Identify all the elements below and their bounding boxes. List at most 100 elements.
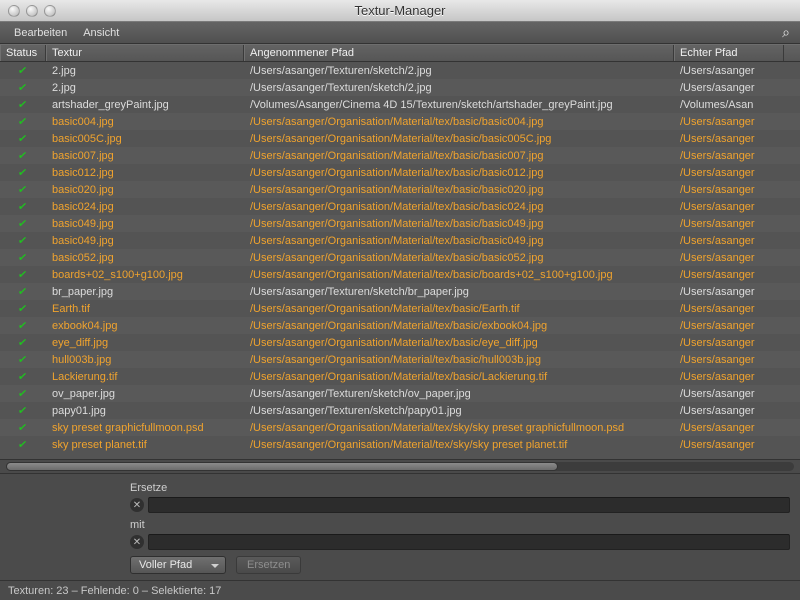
ersetze-input[interactable] bbox=[148, 497, 790, 513]
table-row[interactable]: ✓sky preset planet.tif/Users/asanger/Org… bbox=[0, 436, 800, 453]
table-row[interactable]: ✓2.jpg/Users/asanger/Texturen/sketch/2.j… bbox=[0, 62, 800, 79]
col-header-status[interactable]: Status bbox=[0, 45, 46, 61]
table-row[interactable]: ✓basic020.jpg/Users/asanger/Organisation… bbox=[0, 181, 800, 198]
real-path-cell: /Users/asanger bbox=[674, 301, 784, 317]
real-path-cell: /Users/asanger bbox=[674, 63, 784, 79]
real-path-cell: /Users/asanger bbox=[674, 165, 784, 181]
table-row[interactable]: ✓basic049.jpg/Users/asanger/Organisation… bbox=[0, 232, 800, 249]
table-row[interactable]: ✓hull003b.jpg/Users/asanger/Organisation… bbox=[0, 351, 800, 368]
textur-cell: Earth.tif bbox=[46, 301, 244, 317]
status-cell: ✓ bbox=[0, 419, 46, 436]
menu-view[interactable]: Ansicht bbox=[75, 27, 127, 39]
status-cell: ✓ bbox=[0, 334, 46, 351]
assumed-path-cell: /Users/asanger/Organisation/Material/tex… bbox=[244, 250, 674, 266]
real-path-cell: /Users/asanger bbox=[674, 216, 784, 232]
assumed-path-cell: /Users/asanger/Organisation/Material/tex… bbox=[244, 216, 674, 232]
assumed-path-cell: /Users/asanger/Organisation/Material/tex… bbox=[244, 131, 674, 147]
ersetzen-button[interactable]: Ersetzen bbox=[236, 556, 301, 574]
real-path-cell: /Users/asanger bbox=[674, 284, 784, 300]
table-row[interactable]: ✓basic052.jpg/Users/asanger/Organisation… bbox=[0, 249, 800, 266]
status-text: Texturen: 23 – Fehlende: 0 – Selektierte… bbox=[8, 585, 221, 597]
textur-cell: exbook04.jpg bbox=[46, 318, 244, 334]
check-icon: ✓ bbox=[18, 216, 29, 230]
check-icon: ✓ bbox=[18, 114, 29, 128]
assumed-path-cell: /Users/asanger/Organisation/Material/tex… bbox=[244, 369, 674, 385]
assumed-path-cell: /Users/asanger/Organisation/Material/tex… bbox=[244, 301, 674, 317]
scrollbar-thumb[interactable] bbox=[6, 462, 558, 471]
assumed-path-cell: /Users/asanger/Texturen/sketch/br_paper.… bbox=[244, 284, 674, 300]
check-icon: ✓ bbox=[18, 437, 29, 451]
assumed-path-cell: /Users/asanger/Organisation/Material/tex… bbox=[244, 437, 674, 453]
check-icon: ✓ bbox=[18, 148, 29, 162]
real-path-cell: /Users/asanger bbox=[674, 403, 784, 419]
check-icon: ✓ bbox=[18, 369, 29, 383]
textur-cell: basic024.jpg bbox=[46, 199, 244, 215]
assumed-path-cell: /Users/asanger/Organisation/Material/tex… bbox=[244, 335, 674, 351]
table-row[interactable]: ✓basic007.jpg/Users/asanger/Organisation… bbox=[0, 147, 800, 164]
textur-cell: artshader_greyPaint.jpg bbox=[46, 97, 244, 113]
status-cell: ✓ bbox=[0, 266, 46, 283]
col-header-assumed-path[interactable]: Angenommener Pfad bbox=[244, 45, 674, 61]
col-header-real-path[interactable]: Echter Pfad bbox=[674, 45, 784, 61]
real-path-cell: /Users/asanger bbox=[674, 335, 784, 351]
menu-edit[interactable]: Bearbeiten bbox=[6, 27, 75, 39]
check-icon: ✓ bbox=[18, 165, 29, 179]
status-cell: ✓ bbox=[0, 249, 46, 266]
status-cell: ✓ bbox=[0, 317, 46, 334]
real-path-cell: /Users/asanger bbox=[674, 318, 784, 334]
mit-input[interactable] bbox=[148, 534, 790, 550]
check-icon: ✓ bbox=[18, 233, 29, 247]
status-cell: ✓ bbox=[0, 164, 46, 181]
check-icon: ✓ bbox=[18, 63, 29, 77]
table-row[interactable]: ✓artshader_greyPaint.jpg/Volumes/Asanger… bbox=[0, 96, 800, 113]
status-cell: ✓ bbox=[0, 436, 46, 453]
mit-label: mit bbox=[130, 519, 790, 531]
status-cell: ✓ bbox=[0, 62, 46, 79]
search-icon[interactable]: ⌕ bbox=[782, 24, 794, 41]
table-row[interactable]: ✓br_paper.jpg/Users/asanger/Texturen/ske… bbox=[0, 283, 800, 300]
table-row[interactable]: ✓Earth.tif/Users/asanger/Organisation/Ma… bbox=[0, 300, 800, 317]
assumed-path-cell: /Users/asanger/Texturen/sketch/papy01.jp… bbox=[244, 403, 674, 419]
real-path-cell: /Users/asanger bbox=[674, 199, 784, 215]
textur-cell: basic049.jpg bbox=[46, 233, 244, 249]
table-row[interactable]: ✓basic012.jpg/Users/asanger/Organisation… bbox=[0, 164, 800, 181]
horizontal-scrollbar[interactable] bbox=[0, 459, 800, 473]
assumed-path-cell: /Users/asanger/Organisation/Material/tex… bbox=[244, 199, 674, 215]
path-mode-dropdown[interactable]: Voller Pfad bbox=[130, 556, 226, 574]
table-row[interactable]: ✓Lackierung.tif/Users/asanger/Organisati… bbox=[0, 368, 800, 385]
check-icon: ✓ bbox=[18, 352, 29, 366]
table-body[interactable]: ✓2.jpg/Users/asanger/Texturen/sketch/2.j… bbox=[0, 62, 800, 459]
table-row[interactable]: ✓eye_diff.jpg/Users/asanger/Organisation… bbox=[0, 334, 800, 351]
status-cell: ✓ bbox=[0, 215, 46, 232]
table-row[interactable]: ✓ov_paper.jpg/Users/asanger/Texturen/ske… bbox=[0, 385, 800, 402]
status-cell: ✓ bbox=[0, 402, 46, 419]
check-icon: ✓ bbox=[18, 284, 29, 298]
textur-cell: boards+02_s100+g100.jpg bbox=[46, 267, 244, 283]
table-row[interactable]: ✓basic049.jpg/Users/asanger/Organisation… bbox=[0, 215, 800, 232]
status-cell: ✓ bbox=[0, 351, 46, 368]
assumed-path-cell: /Users/asanger/Organisation/Material/tex… bbox=[244, 352, 674, 368]
check-icon: ✓ bbox=[18, 182, 29, 196]
table-row[interactable]: ✓boards+02_s100+g100.jpg/Users/asanger/O… bbox=[0, 266, 800, 283]
status-cell: ✓ bbox=[0, 181, 46, 198]
check-icon: ✓ bbox=[18, 80, 29, 94]
table-row[interactable]: ✓basic024.jpg/Users/asanger/Organisation… bbox=[0, 198, 800, 215]
table-row[interactable]: ✓basic004.jpg/Users/asanger/Organisation… bbox=[0, 113, 800, 130]
clear-mit-button[interactable]: ✕ bbox=[130, 535, 144, 549]
real-path-cell: /Users/asanger bbox=[674, 386, 784, 402]
status-cell: ✓ bbox=[0, 385, 46, 402]
real-path-cell: /Users/asanger bbox=[674, 182, 784, 198]
status-cell: ✓ bbox=[0, 198, 46, 215]
real-path-cell: /Users/asanger bbox=[674, 267, 784, 283]
table-row[interactable]: ✓exbook04.jpg/Users/asanger/Organisation… bbox=[0, 317, 800, 334]
textur-cell: 2.jpg bbox=[46, 80, 244, 96]
col-header-textur[interactable]: Textur bbox=[46, 45, 244, 61]
assumed-path-cell: /Users/asanger/Texturen/sketch/ov_paper.… bbox=[244, 386, 674, 402]
check-icon: ✓ bbox=[18, 386, 29, 400]
clear-ersetze-button[interactable]: ✕ bbox=[130, 498, 144, 512]
table-row[interactable]: ✓sky preset graphicfullmoon.psd/Users/as… bbox=[0, 419, 800, 436]
table-row[interactable]: ✓basic005C.jpg/Users/asanger/Organisatio… bbox=[0, 130, 800, 147]
check-icon: ✓ bbox=[18, 250, 29, 264]
table-row[interactable]: ✓papy01.jpg/Users/asanger/Texturen/sketc… bbox=[0, 402, 800, 419]
table-row[interactable]: ✓2.jpg/Users/asanger/Texturen/sketch/2.j… bbox=[0, 79, 800, 96]
